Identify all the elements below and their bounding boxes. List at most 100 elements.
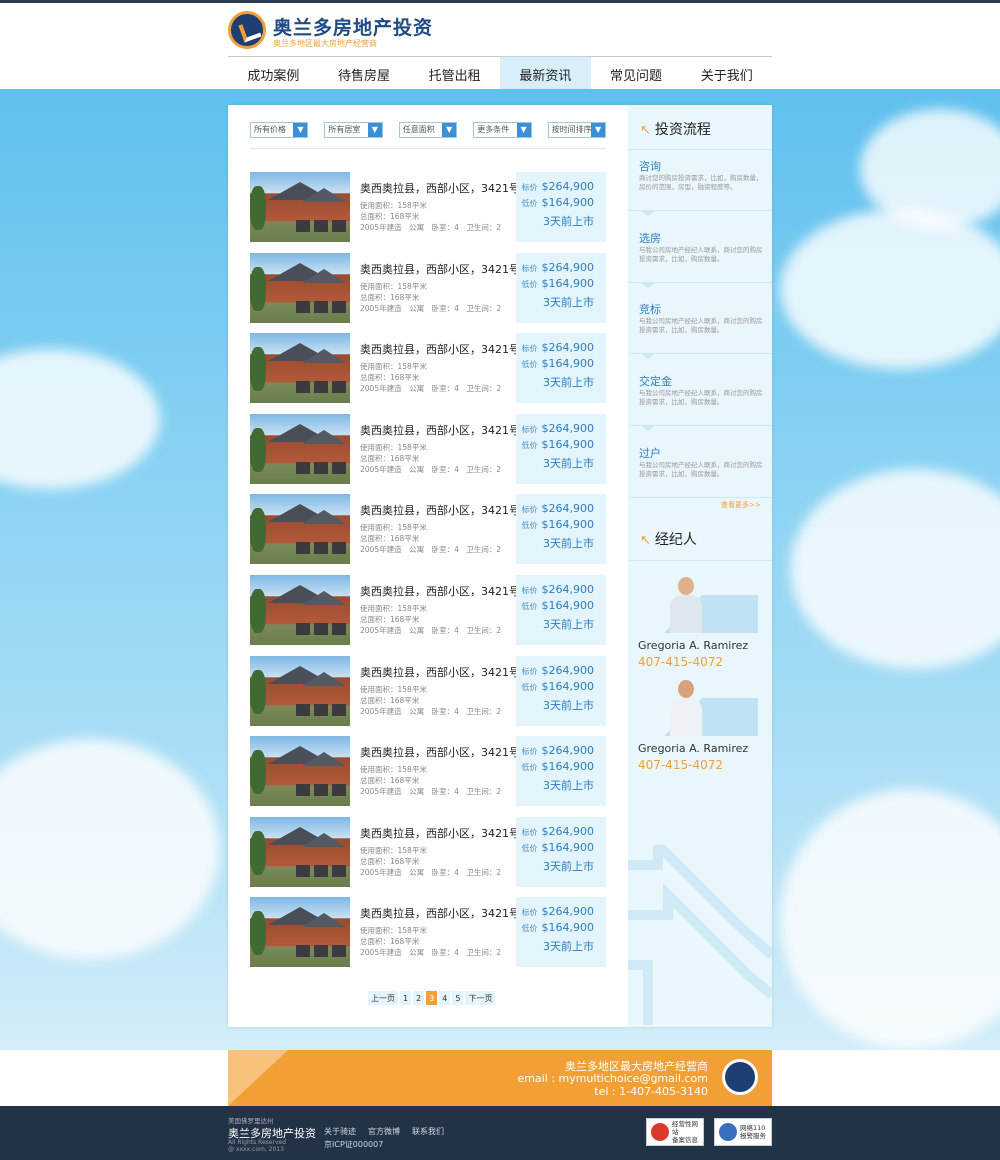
- listing-item[interactable]: 奥西奥拉县，西部小区，3421号 使用面积：158平米 总面积：168平米 2005年…: [250, 494, 606, 565]
- listing-price-box: 标价 $264,900 低价 $164,900 3天前上市: [516, 333, 606, 404]
- listing-item[interactable]: 奥西奥拉县，西部小区，3421号 使用面积：158平米 总面积：168平米 2005年…: [250, 252, 606, 323]
- garage-door: [332, 381, 346, 394]
- listing-item[interactable]: 奥西奥拉县，西部小区，3421号 使用面积：158平米 总面积：168平米 2005年…: [250, 333, 606, 404]
- listing-area: 使用面积：158平米: [360, 362, 427, 372]
- footer-link-about[interactable]: 关于骑迹: [324, 1126, 356, 1137]
- listing-area: 使用面积：158平米: [360, 604, 427, 613]
- house-photo[interactable]: [250, 172, 350, 242]
- badge-line: 经营性网站: [672, 1120, 698, 1136]
- garage-door: [332, 300, 346, 313]
- house-photo[interactable]: [250, 736, 350, 807]
- cloud: [790, 469, 1000, 669]
- listing-item[interactable]: 奥西奥拉县，西部小区，3421号 使用面积：158平米 总面积：168平米 2005年…: [250, 655, 606, 726]
- price-filter[interactable]: 所有价格 ▼: [250, 122, 309, 138]
- nav-item-faq[interactable]: 常见问题: [591, 57, 682, 92]
- listing-title[interactable]: 奥西奥拉县，西部小区，3421号: [360, 261, 520, 277]
- police-badge[interactable]: 网络110 报警服务: [714, 1118, 772, 1146]
- listing-price-box: 标价 $264,900 低价 $164,900 3天前上市: [516, 897, 606, 968]
- house-photo[interactable]: [250, 655, 350, 726]
- roof-shape: [302, 429, 346, 444]
- listing-item[interactable]: 奥西奥拉县，西部小区，3421号 使用面积：158平米 总面积：168平米 2005年…: [250, 172, 606, 242]
- listing-price-box: 标价 $264,900 低价 $164,900 3天前上市: [516, 736, 606, 807]
- listing-info: 奥西奥拉县，西部小区，3421号 使用面积：158平米 总面积：168平米 2005年…: [360, 422, 520, 475]
- listing-title[interactable]: 奥西奥拉县，西部小区，3421号: [360, 502, 520, 518]
- contact-banner: 奥兰多地区最大房地产经营商 email : mymulticho​ice@gma…: [228, 1050, 772, 1106]
- step-deposit[interactable]: 交定金 与我公司房地产经纪人联系，商讨您的购房投资需求，比如，购房数量。: [628, 367, 772, 431]
- listing-item[interactable]: 奥西奥拉县，西部小区，3421号 使用面积：158平米 总面积：168平米 2005年…: [250, 575, 606, 645]
- agent-phone: 407-415-4072: [638, 758, 724, 772]
- prev-page-button[interactable]: 上一页: [368, 991, 398, 1005]
- agent-card[interactable]: Gregoria A. Ramirez 407-415-4072: [638, 680, 762, 772]
- garage-door: [296, 623, 310, 635]
- badge-line: 报警服务: [740, 1132, 766, 1140]
- listing-title[interactable]: 奥西奥拉县，西部小区，3421号: [360, 744, 520, 760]
- listing-info: 奥西奥拉县，西部小区，3421号 使用面积：158平米 总面积：168平米 2005年…: [360, 744, 520, 797]
- site-logo[interactable]: 奥兰多房地产投资 奥兰多地区最大房地产经营商: [228, 11, 432, 51]
- leaf-icon: ↖: [640, 123, 651, 138]
- listing-price-box: 标价 $264,900 低价 $164,900 3天前上市: [516, 413, 606, 484]
- list-price: $264,900: [541, 341, 595, 355]
- listing-item[interactable]: 奥西奥拉县，西部小区，3421号 使用面积：158平米 总面积：168平米 2005年…: [250, 897, 606, 968]
- page-button-current[interactable]: 3: [426, 991, 438, 1005]
- footer-link-contact[interactable]: 联系我们: [412, 1126, 444, 1137]
- listing-title[interactable]: 奥西奥拉县，西部小区，3421号: [360, 664, 520, 680]
- list-price-row: 标价 $264,900: [516, 905, 606, 921]
- page-button[interactable]: 2: [413, 991, 425, 1005]
- list-price-label: 标价: [521, 424, 538, 434]
- area-filter[interactable]: 任意面积 ▼: [398, 122, 458, 138]
- house-photo[interactable]: [250, 575, 350, 645]
- listing-title[interactable]: 奥西奥拉县，西部小区，3421号: [360, 583, 520, 599]
- garage-door: [296, 220, 310, 232]
- listing-item[interactable]: 奥西奥拉县，西部小区，3421号 使用面积：158平米 总面积：168平米 2005年…: [250, 816, 606, 887]
- low-price: $164,900: [541, 679, 595, 693]
- house-photo[interactable]: [250, 413, 350, 484]
- house-photo[interactable]: [250, 816, 350, 887]
- listing-title[interactable]: 奥西奥拉县，西部小区，3421号: [360, 905, 520, 921]
- listing-title[interactable]: 奥西奥拉县，西部小区，3421号: [360, 825, 520, 841]
- nav-item-for-sale[interactable]: 待售房屋: [319, 57, 410, 92]
- record-badge[interactable]: 经营性网站 备案信息: [646, 1118, 704, 1146]
- page-button[interactable]: 4: [439, 991, 451, 1005]
- listing-time: 3天前上市: [543, 859, 594, 873]
- nav-item-news[interactable]: 最新资讯: [500, 57, 591, 92]
- list-price: $264,900: [541, 663, 595, 677]
- list-price: $264,900: [541, 824, 595, 838]
- footer-link-weibo[interactable]: 官方微博: [368, 1126, 400, 1137]
- house-photo[interactable]: [250, 252, 350, 323]
- nav-item-cases[interactable]: 成功案例: [228, 57, 319, 92]
- sort-filter[interactable]: 按时间排序 ▼: [547, 122, 607, 138]
- rooms-filter[interactable]: 所有居室 ▼: [324, 122, 383, 138]
- banner-email[interactable]: email : mymulticho​ice@gmail.com: [517, 1072, 708, 1085]
- listing-item[interactable]: 奥西奥拉县，西部小区，3421号 使用面积：158平米 总面积：168平米 2005年…: [250, 736, 606, 807]
- step-consult[interactable]: 咨询 商讨您的购房投资需求，比如，购房数量，房价的范围，房型，融资程度等。: [628, 152, 772, 216]
- garage-door: [332, 542, 346, 555]
- step-select[interactable]: 选房 与我公司房地产经纪人联系，商讨您的购房投资需求，比如，购房数量。: [628, 224, 772, 288]
- listing-area: 使用面积：158平米: [360, 201, 427, 210]
- chevron-down-icon: ▼: [442, 123, 457, 137]
- agent-card[interactable]: Gregoria A. Ramirez 407-415-4072: [638, 577, 762, 669]
- step-transfer[interactable]: 过户 与我公司房地产经纪人联系，商讨您的购房投资需求，比如，购房数量。: [628, 439, 772, 499]
- house-photo[interactable]: [250, 494, 350, 565]
- nav-item-rental[interactable]: 托管出租: [409, 57, 500, 92]
- page-button[interactable]: 5: [452, 991, 464, 1005]
- page-button[interactable]: 1: [400, 991, 412, 1005]
- listing-title[interactable]: 奥西奥拉县，西部小区，3421号: [360, 422, 520, 438]
- low-price-row: 低价 $164,900: [516, 196, 606, 212]
- listing-title[interactable]: 奥西奥拉县，西部小区，3421号: [360, 341, 520, 357]
- step-bid[interactable]: 竞标 与我公司房地产经纪人联系，商讨您的购房投资需求，比如，购房数量。: [628, 295, 772, 359]
- listing-detail: 2005年建造 公寓 卧室：4 卫生间：2: [360, 464, 502, 474]
- view-more-link[interactable]: 查看更多>>: [721, 500, 761, 510]
- garage-door: [314, 945, 328, 958]
- listing-info: 奥西奥拉县，西部小区，3421号 使用面积：158平米 总面积：168平米 2005年…: [360, 502, 520, 555]
- listing-detail: 2005年建造 公寓 卧室：4 卫生间：2: [360, 223, 502, 232]
- listing-title[interactable]: 奥西奥拉县，西部小区，3421号: [360, 180, 520, 196]
- low-price: $164,900: [541, 518, 595, 532]
- listing-item[interactable]: 奥西奥拉县，西部小区，3421号 使用面积：158平米 总面积：168平米 2005年…: [250, 413, 606, 484]
- nav-item-about[interactable]: 关于我们: [681, 57, 772, 92]
- main-nav: 成功案例 待售房屋 托管出租 最新资讯 常见问题 关于我们: [228, 57, 772, 92]
- house-photo[interactable]: [250, 333, 350, 404]
- house-photo[interactable]: [250, 897, 350, 968]
- next-page-button[interactable]: 下一页: [465, 991, 496, 1005]
- tree-shape: [250, 830, 266, 875]
- more-filter[interactable]: 更多条件 ▼: [473, 122, 532, 138]
